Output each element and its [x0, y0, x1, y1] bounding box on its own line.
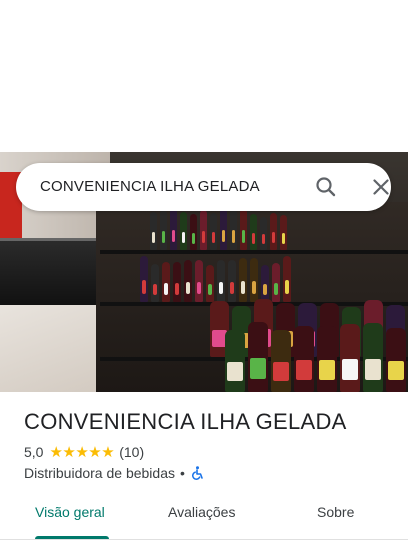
photo-bottle-label [296, 360, 312, 381]
photo-shelf-line [100, 250, 408, 254]
photo-bottle-label [252, 280, 256, 295]
rating-value: 5,0 [24, 444, 44, 460]
photo-bottle-label [319, 360, 335, 381]
search-query[interactable]: CONVENIENCIA ILHA GELADA [40, 178, 260, 195]
photo-bottle [225, 330, 245, 392]
photo-bottle-label [263, 284, 267, 296]
tab-bar: Visão geral Avaliações Sobre [0, 496, 408, 536]
photo-bottle [272, 263, 280, 302]
photo-bottle-label [202, 230, 205, 243]
photo-bottle [228, 260, 236, 302]
photo-bottle [271, 330, 291, 392]
photo-bottle-label [175, 282, 179, 295]
tab-about[interactable]: Sobre [317, 504, 354, 520]
photo-bottle [160, 210, 167, 250]
search-icon[interactable] [314, 175, 338, 199]
photo-bottle-label [197, 281, 201, 295]
photo-bottle [140, 256, 148, 302]
photo-bottle [280, 215, 287, 250]
photo-bottle-label [232, 230, 235, 243]
photo-bottle [184, 260, 192, 302]
photo-bottle-label [252, 232, 255, 244]
photo-bottle-label [153, 283, 157, 296]
photo-bottle [180, 212, 187, 250]
photo-bottle-label [272, 232, 275, 244]
category-row: Distribuidora de bebidas • [24, 465, 204, 481]
photo-bottle [240, 209, 247, 250]
photo-bottle [250, 258, 258, 302]
photo-bottle [270, 213, 277, 250]
photo-bottle [386, 328, 406, 392]
photo-bottle [195, 260, 203, 302]
photo-bottle [294, 326, 314, 392]
photo-bottle-label [222, 229, 225, 243]
photo-bottle-label [182, 231, 185, 244]
photo-bottle-label [273, 362, 289, 381]
photo-bottle [200, 210, 207, 250]
photo-bottle [150, 212, 157, 250]
tab-overview[interactable]: Visão geral [35, 504, 105, 520]
photo-bottle [230, 209, 237, 250]
photo-bottle [363, 323, 383, 392]
photo-bottle [170, 208, 177, 250]
photo-bottle [261, 265, 269, 302]
photo-bottle-label [152, 231, 155, 244]
photo-bottle [250, 214, 257, 250]
search-bar[interactable]: CONVENIENCIA ILHA GELADA [16, 163, 391, 211]
place-title: CONVENIENCIA ILHA GELADA [24, 409, 347, 434]
photo-bottle [217, 260, 225, 302]
photo-freezer [0, 238, 100, 305]
tabs-divider [0, 539, 408, 540]
photo-bottle-label [172, 229, 175, 243]
photo-bottle [239, 258, 247, 302]
photo-bottle-label [388, 361, 404, 381]
photo-bottle-label [164, 282, 168, 295]
photo-bottle-label [242, 230, 245, 243]
photo-bottle-label [212, 232, 215, 244]
photo-bottle [206, 265, 214, 302]
photo-bottle [210, 213, 217, 250]
photo-bottle [248, 322, 268, 392]
photo-bottle-label [142, 279, 146, 294]
photo-bottle-label [186, 281, 190, 295]
photo-bottle [151, 264, 159, 302]
photo-bottle-label [365, 358, 381, 380]
rating-row[interactable]: 5,0 ★★★★★ (10) [24, 443, 144, 461]
photo-bottle-label [230, 281, 234, 295]
photo-bottle [317, 326, 337, 392]
photo-bottle-label [241, 280, 245, 295]
photo-bottle [173, 262, 181, 302]
top-blank-area [0, 0, 408, 152]
photo-bottle-label [219, 281, 223, 295]
photo-bottle-label [192, 232, 195, 244]
tab-reviews[interactable]: Avaliações [168, 504, 235, 520]
photo-bottle-label [250, 358, 266, 380]
photo-bottle-label [208, 284, 212, 296]
review-count[interactable]: (10) [119, 444, 144, 460]
wheelchair-icon [190, 466, 204, 480]
separator-dot: • [179, 465, 185, 481]
photo-bottle [220, 208, 227, 250]
photo-bottle-label [162, 230, 165, 243]
photo-bottle-label [282, 233, 285, 244]
photo-bottle [162, 262, 170, 302]
photo-bottle-label [342, 359, 358, 380]
photo-bottle-label [285, 279, 289, 294]
place-category[interactable]: Distribuidora de bebidas [24, 465, 175, 481]
rating-stars: ★★★★★ [49, 444, 115, 461]
close-icon[interactable] [369, 175, 393, 199]
photo-bottle [190, 214, 197, 250]
photo-bottle-label [274, 283, 278, 295]
photo-bottle-label [227, 362, 243, 381]
photo-bottle [283, 256, 291, 302]
photo-bottle [260, 217, 267, 250]
photo-bottle [340, 324, 360, 392]
photo-bottle-label [262, 234, 265, 245]
